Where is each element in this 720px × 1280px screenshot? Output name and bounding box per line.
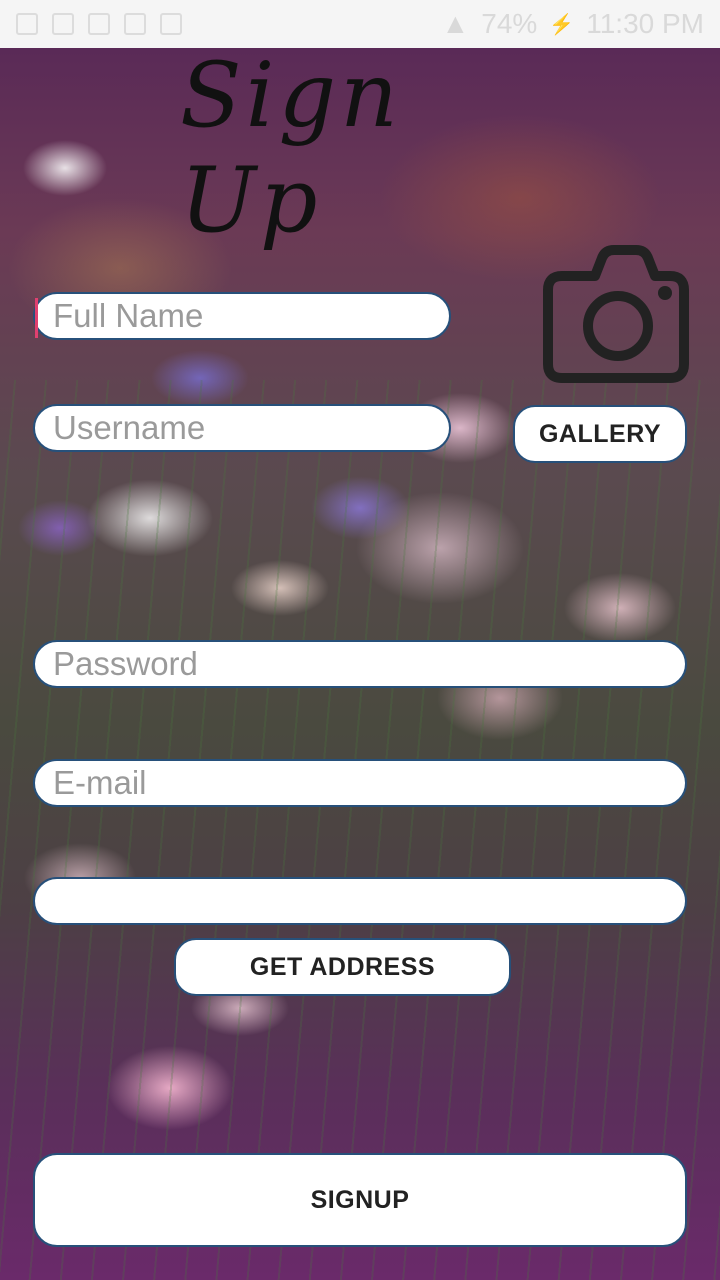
- download-icon: [88, 13, 110, 35]
- email-field[interactable]: [33, 759, 687, 807]
- charging-icon: ⚡: [549, 13, 575, 36]
- camera-icon[interactable]: [540, 236, 690, 386]
- app-notification-icon: [160, 13, 182, 35]
- email-input[interactable]: [53, 764, 685, 802]
- background-grass: [0, 380, 720, 1280]
- download-icon: [52, 13, 74, 35]
- full-name-field[interactable]: [33, 292, 451, 340]
- username-field[interactable]: [33, 404, 451, 452]
- signup-button[interactable]: SIGNUP: [33, 1153, 687, 1247]
- image-notification-icon: [16, 13, 38, 35]
- get-address-button[interactable]: GET ADDRESS: [174, 938, 511, 996]
- clock: 11:30 PM: [586, 8, 704, 39]
- page-title: Sign Up: [180, 43, 403, 253]
- username-input[interactable]: [53, 409, 449, 447]
- address-input[interactable]: [53, 882, 685, 920]
- battery-percent: 74%: [481, 8, 538, 39]
- notification-icons: [16, 13, 182, 35]
- gallery-button[interactable]: GALLERY: [513, 405, 687, 463]
- app-notification-icon: [124, 13, 146, 35]
- signal-icon: ▲: [441, 8, 470, 39]
- address-field[interactable]: [33, 877, 687, 925]
- status-bar: ▲ 74% ⚡ 11:30 PM: [0, 0, 720, 48]
- system-status: ▲ 74% ⚡ 11:30 PM: [442, 8, 704, 40]
- text-cursor: [35, 298, 38, 338]
- password-field[interactable]: [33, 640, 687, 688]
- full-name-input[interactable]: [53, 297, 449, 335]
- password-input[interactable]: [53, 645, 685, 683]
